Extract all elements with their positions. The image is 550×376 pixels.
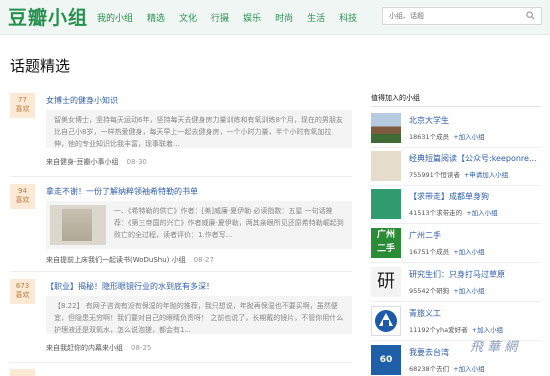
group-avatar[interactable] bbox=[371, 151, 401, 181]
topic-meta: 来自我赶你的内幕来小组 08-25 bbox=[46, 343, 151, 353]
group-members: 11192个yha爱好者 bbox=[409, 326, 468, 334]
divider bbox=[10, 271, 352, 272]
divider bbox=[371, 185, 541, 186]
divider bbox=[10, 362, 352, 363]
join-group-button[interactable]: +加入小组 bbox=[453, 287, 484, 295]
group-item: 广州 二手 广州二手 16751个成员 +加入小组 bbox=[371, 228, 546, 264]
nav-tech[interactable]: 科技 bbox=[339, 11, 357, 24]
group-avatar[interactable] bbox=[371, 113, 401, 143]
search-icon[interactable] bbox=[526, 11, 535, 20]
site-logo[interactable]: 豆瓣小组 bbox=[8, 3, 88, 30]
like-count: 77 bbox=[18, 96, 27, 104]
like-label: 喜欢 bbox=[15, 196, 30, 204]
join-group-button[interactable]: +加入小组 bbox=[472, 326, 503, 334]
join-group-button[interactable]: +加入小组 bbox=[466, 209, 497, 217]
topic-excerpt: 一、《希特勒的供亡》作者：[美]威廉·夏伊勒 必读指数：五星 一句话推荐：《第三… bbox=[114, 207, 344, 239]
divider bbox=[371, 223, 541, 224]
like-badge[interactable]: 77 喜欢 bbox=[10, 93, 35, 118]
like-badge[interactable]: 673 喜欢 bbox=[10, 279, 35, 304]
group-avatar[interactable] bbox=[371, 306, 401, 336]
topic-date: 08-27 bbox=[193, 256, 214, 264]
group-item: 经典短篇阅读【公众号:keeponre... 755991个恒读者 +申请加入小组 bbox=[371, 151, 546, 187]
topic-title[interactable]: 【职业】揭秘！隐形眼镜行业的水到底有多深！ bbox=[46, 281, 214, 292]
join-group-button[interactable]: +加入小组 bbox=[453, 133, 484, 141]
group-name[interactable]: 【求带走】成都单身狗 bbox=[409, 191, 489, 202]
join-group-button[interactable]: +申请加入小组 bbox=[464, 171, 508, 179]
nav-culture[interactable]: 文化 bbox=[179, 11, 197, 24]
top-bar: 豆瓣小组 我的小组 精选 文化 行摄 娱乐 时尚 生活 科技 bbox=[0, 0, 550, 35]
divider bbox=[371, 106, 541, 107]
divider bbox=[10, 176, 352, 177]
group-stats: 16751个成员 +加入小组 bbox=[409, 246, 485, 256]
group-name[interactable]: 广州二手 bbox=[409, 230, 441, 241]
topic-excerpt[interactable]: 【8.22】 有网子咨询有没有保湿的年抛的推荐，我只想说，年抛再保湿也不要买啊，… bbox=[46, 296, 352, 334]
group-item: 【求带走】成都单身狗 41513个求带走的 +加入小组 bbox=[371, 189, 546, 225]
divider bbox=[371, 262, 541, 263]
group-stats: 95542个研狗 +加入小组 bbox=[409, 285, 485, 295]
group-avatar[interactable] bbox=[371, 189, 401, 219]
topic-excerpt[interactable]: 留美女博士，坚持每天运动6年，坚持每天去健身房力量训练和有氧训练8个月，现在的男… bbox=[46, 110, 352, 148]
group-stats: 18631个成员 +加入小组 bbox=[409, 131, 485, 141]
group-stats: 755991个恒读者 +申请加入小组 bbox=[409, 169, 508, 179]
book-cover-image[interactable] bbox=[50, 205, 106, 245]
group-avatar[interactable]: 研 bbox=[371, 267, 401, 297]
group-stats: 11192个yha爱好者 +加入小组 bbox=[409, 324, 503, 334]
nav-entertainment[interactable]: 娱乐 bbox=[243, 11, 261, 24]
group-name[interactable]: 北京大学生 bbox=[409, 115, 449, 126]
topic-item: 673 喜欢 【职业】揭秘！隐形眼镜行业的水到底有多深！ 【8.22】 有网子咨… bbox=[10, 279, 352, 359]
group-members: 18631个成员 bbox=[409, 133, 450, 141]
nav-fashion[interactable]: 时尚 bbox=[275, 11, 293, 24]
nav-travel-photo[interactable]: 行摄 bbox=[211, 11, 229, 24]
topic-date: 08-30 bbox=[126, 158, 147, 166]
topic-source[interactable]: 来自提前上床我们一起读书(WoDuShu) 小组 bbox=[46, 256, 186, 264]
group-name[interactable]: 研究生们：只身打马过草原 bbox=[409, 269, 505, 280]
group-name[interactable]: 青旅义工 bbox=[409, 308, 441, 319]
group-members: 41513个求带走的 bbox=[409, 209, 463, 217]
group-members: 755991个恒读者 bbox=[409, 171, 460, 179]
group-members: 16751个成员 bbox=[409, 248, 450, 256]
topic-source[interactable]: 来自我赶你的内幕来小组 bbox=[46, 344, 123, 352]
join-group-button[interactable]: +加入小组 bbox=[453, 248, 484, 256]
divider bbox=[371, 147, 541, 148]
nav-my-groups[interactable]: 我的小组 bbox=[97, 11, 133, 24]
topic-excerpt-box[interactable]: 一、《希特勒的供亡》作者：[美]威廉·夏伊勒 必读指数：五星 一句话推荐：《第三… bbox=[46, 201, 352, 249]
group-members: 95542个研狗 bbox=[409, 287, 450, 295]
topic-date: 08-25 bbox=[131, 344, 152, 352]
divider bbox=[371, 301, 541, 302]
like-badge[interactable]: 94 喜欢 bbox=[10, 184, 35, 209]
search-input[interactable] bbox=[383, 8, 523, 24]
group-item: 北京大学生 18631个成员 +加入小组 bbox=[371, 113, 546, 149]
topic-title[interactable]: 拿走不谢！一份了解纳粹领袖希特勒的书单 bbox=[46, 186, 198, 197]
like-badge[interactable] bbox=[10, 369, 35, 376]
group-avatar[interactable]: 广州 二手 bbox=[371, 228, 401, 258]
topic-title[interactable]: 女博士的健身小知识 bbox=[46, 95, 118, 106]
group-avatar[interactable]: 60 bbox=[371, 345, 401, 375]
like-count: 94 bbox=[18, 187, 27, 195]
group-stats: 41513个求带走的 +加入小组 bbox=[409, 207, 498, 217]
main-nav: 我的小组 精选 文化 行摄 娱乐 时尚 生活 科技 bbox=[97, 11, 371, 24]
nav-life[interactable]: 生活 bbox=[307, 11, 325, 24]
watermark-logo: 飛 華 網 bbox=[470, 340, 518, 355]
nav-featured[interactable]: 精选 bbox=[147, 11, 165, 24]
topic-meta: 来自健身-豆瓣小事小组 08-30 bbox=[46, 157, 147, 167]
group-name[interactable]: 经典短篇阅读【公众号:keeponre... bbox=[409, 153, 537, 164]
sidebar-title: 值得加入的小组 bbox=[371, 94, 420, 102]
topic-meta: 来自提前上床我们一起读书(WoDuShu) 小组 08-27 bbox=[46, 255, 214, 265]
group-name[interactable]: 我要去台湾 bbox=[409, 347, 449, 358]
group-item: 研 研究生们：只身打马过草原 95542个研狗 +加入小组 bbox=[371, 267, 546, 303]
topic-source[interactable]: 来自健身-豆瓣小事小组 bbox=[46, 158, 119, 166]
search-box bbox=[382, 7, 542, 25]
topic-item: 77 喜欢 女博士的健身小知识 留美女博士，坚持每天运动6年，坚持每天去健身房力… bbox=[10, 93, 352, 173]
like-count: 673 bbox=[15, 282, 30, 290]
topic-item: 94 喜欢 拿走不谢！一份了解纳粹领袖希特勒的书单 一、《希特勒的供亡》作者：[… bbox=[10, 184, 352, 268]
group-members: 68238个去们 bbox=[409, 365, 450, 373]
page-title: 话题精选 bbox=[10, 57, 71, 75]
hostel-logo-icon bbox=[375, 310, 397, 332]
like-label: 喜欢 bbox=[15, 105, 30, 113]
like-label: 喜欢 bbox=[15, 291, 30, 299]
